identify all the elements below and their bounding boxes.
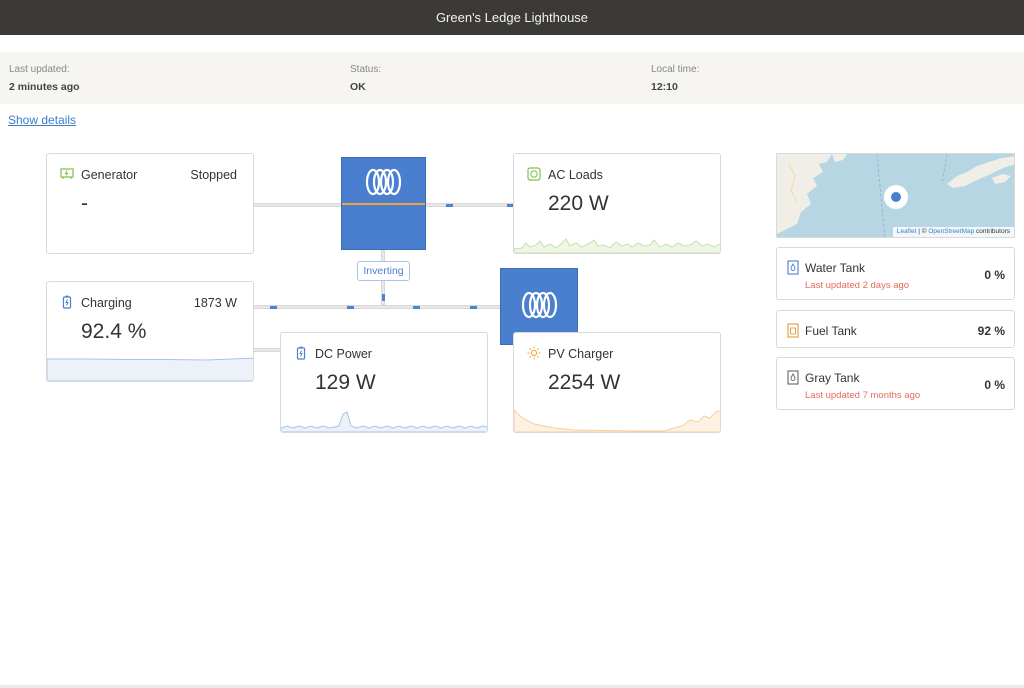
leaflet-link[interactable]: Leaflet <box>897 228 917 235</box>
flow-dot <box>470 306 477 309</box>
flow-dot <box>382 294 385 301</box>
gray-water-tank-icon <box>787 370 799 385</box>
fuel-tank-icon <box>787 323 799 338</box>
dc-power-title: DC Power <box>315 347 372 361</box>
generator-icon <box>60 168 74 179</box>
inverter-box[interactable] <box>341 157 426 250</box>
ac-outlet-icon <box>527 167 541 181</box>
battery-power: 1873 W <box>193 296 237 310</box>
local-time-value: 12:10 <box>651 81 678 93</box>
tank-card[interactable]: Water Tank 0 % Last updated 2 days ago <box>776 247 1015 300</box>
osm-link[interactable]: OpenStreetMap <box>928 228 974 235</box>
flow-dot <box>446 204 453 207</box>
pv-charger-card[interactable]: PV Charger 2254 W <box>513 332 721 433</box>
tank-name: Water Tank <box>805 261 866 275</box>
attribution-separator: | © <box>916 228 929 235</box>
attribution-suffix: contributors <box>974 228 1010 235</box>
water-tank-icon <box>787 260 799 275</box>
dc-power-value: 129 W <box>315 371 376 394</box>
generator-state: Stopped <box>190 168 237 182</box>
app-header: Green's Ledge Lighthouse <box>0 0 1024 35</box>
battery-dc-connector <box>253 348 283 352</box>
tank-name: Fuel Tank <box>805 324 857 338</box>
tank-card[interactable]: Fuel Tank 92 % <box>776 310 1015 348</box>
status-value: OK <box>350 81 366 93</box>
inverter-ac-line <box>342 203 425 205</box>
dc-bus-connector <box>253 305 503 309</box>
battery-soc-sparkline <box>47 357 253 381</box>
generator-connector <box>253 203 343 207</box>
location-map[interactable]: Leaflet | © OpenStreetMap contributors <box>776 153 1015 238</box>
tank-percent: 0 % <box>984 378 1005 392</box>
ac-loads-connector <box>425 203 515 207</box>
inverter-state-badge: Inverting <box>357 261 410 281</box>
victron-logo-icon <box>365 168 402 196</box>
tank-name: Gray Tank <box>805 371 860 385</box>
flow-dot <box>347 306 354 309</box>
sun-icon <box>527 346 541 360</box>
tank-percent: 0 % <box>984 268 1005 282</box>
local-time-label: Local time: <box>651 64 700 75</box>
tank-percent: 92 % <box>977 324 1005 338</box>
dc-battery-icon <box>296 346 306 360</box>
ac-loads-sparkline <box>514 238 720 253</box>
map-tiles <box>777 154 1014 237</box>
battery-soc: 92.4 % <box>81 320 147 343</box>
pv-charger-value: 2254 W <box>548 371 621 394</box>
tank-card[interactable]: Gray Tank 0 % Last updated 7 months ago <box>776 357 1015 410</box>
tank-last-updated: Last updated 2 days ago <box>805 280 910 291</box>
battery-icon <box>62 295 72 309</box>
show-details-link[interactable]: Show details <box>8 113 76 127</box>
tank-last-updated: Last updated 7 months ago <box>805 390 921 401</box>
ac-loads-value: 220 W <box>548 192 609 215</box>
map-attribution: Leaflet | © OpenStreetMap contributors <box>892 227 1014 237</box>
status-bar: Last updated: 2 minutes ago Status: OK L… <box>0 52 1024 104</box>
pv-charger-title: PV Charger <box>548 347 614 361</box>
generator-value: - <box>81 192 88 215</box>
last-updated-label: Last updated: <box>9 64 70 75</box>
dc-power-card[interactable]: DC Power 129 W <box>280 332 488 433</box>
status: Status: OK <box>350 64 381 93</box>
generator-card[interactable]: Generator Stopped - <box>46 153 254 254</box>
battery-card[interactable]: Charging 1873 W 92.4 % <box>46 281 254 382</box>
local-time: Local time: 12:10 <box>651 64 699 93</box>
ac-loads-title: AC Loads <box>548 168 603 182</box>
flow-dot <box>413 306 420 309</box>
battery-state: Charging <box>81 296 132 310</box>
status-label: Status: <box>350 64 382 75</box>
flow-dot <box>270 306 277 309</box>
ac-loads-card[interactable]: AC Loads 220 W <box>513 153 721 254</box>
last-updated-value: 2 minutes ago <box>9 81 80 93</box>
generator-title: Generator <box>81 168 138 182</box>
pv-charger-sparkline <box>514 409 720 432</box>
site-title: Green's Ledge Lighthouse <box>435 10 589 25</box>
victron-logo-icon <box>521 291 558 319</box>
last-updated: Last updated: 2 minutes ago <box>9 64 80 93</box>
dc-power-sparkline <box>281 411 487 432</box>
